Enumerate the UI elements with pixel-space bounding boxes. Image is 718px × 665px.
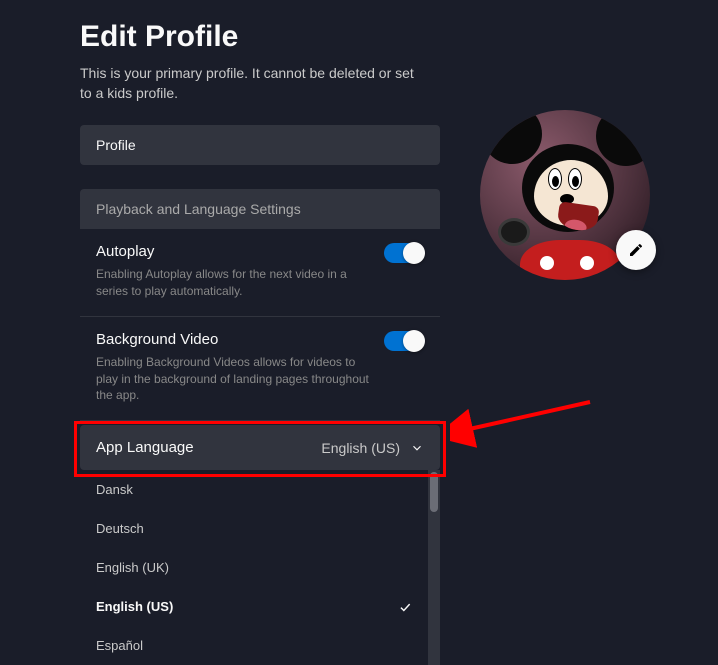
language-option-english-uk[interactable]: English (UK) — [80, 548, 428, 587]
background-video-setting-row: Background Video Enabling Background Vid… — [80, 317, 440, 421]
playback-section-header: Playback and Language Settings — [80, 189, 440, 229]
language-option-english-us[interactable]: English (US) — [80, 587, 428, 626]
background-video-desc: Enabling Background Videos allows for vi… — [96, 354, 376, 404]
language-option-dansk[interactable]: Dansk — [80, 470, 428, 509]
avatar-container — [480, 110, 650, 280]
pencil-icon — [628, 242, 644, 258]
page-subtitle: This is your primary profile. It cannot … — [80, 64, 420, 103]
app-language-dropdown[interactable]: App Language English (US) — [80, 425, 440, 470]
edit-avatar-button[interactable] — [616, 230, 656, 270]
chevron-down-icon — [410, 441, 424, 455]
language-option-espanol[interactable]: Español — [80, 626, 428, 665]
background-video-title: Background Video — [96, 331, 424, 348]
app-language-label: App Language — [96, 439, 194, 456]
page-title: Edit Profile — [80, 20, 440, 54]
autoplay-desc: Enabling Autoplay allows for the next vi… — [96, 266, 376, 300]
background-video-toggle[interactable] — [384, 331, 424, 351]
autoplay-setting-row: Autoplay Enabling Autoplay allows for th… — [80, 229, 440, 317]
language-option-label: English (UK) — [96, 560, 169, 575]
check-icon — [398, 600, 412, 614]
app-language-value: English (US) — [321, 440, 400, 456]
language-option-label: Español — [96, 638, 143, 653]
language-option-label: Deutsch — [96, 521, 144, 536]
autoplay-title: Autoplay — [96, 243, 424, 260]
autoplay-toggle[interactable] — [384, 243, 424, 263]
language-option-label: English (US) — [96, 599, 173, 614]
language-option-deutsch[interactable]: Deutsch — [80, 509, 428, 548]
language-option-label: Dansk — [96, 482, 133, 497]
profile-name-field[interactable]: Profile — [80, 125, 440, 165]
profile-name-value: Profile — [96, 137, 136, 153]
language-dropdown-list: Dansk Deutsch English (UK) English (US) … — [80, 470, 440, 665]
